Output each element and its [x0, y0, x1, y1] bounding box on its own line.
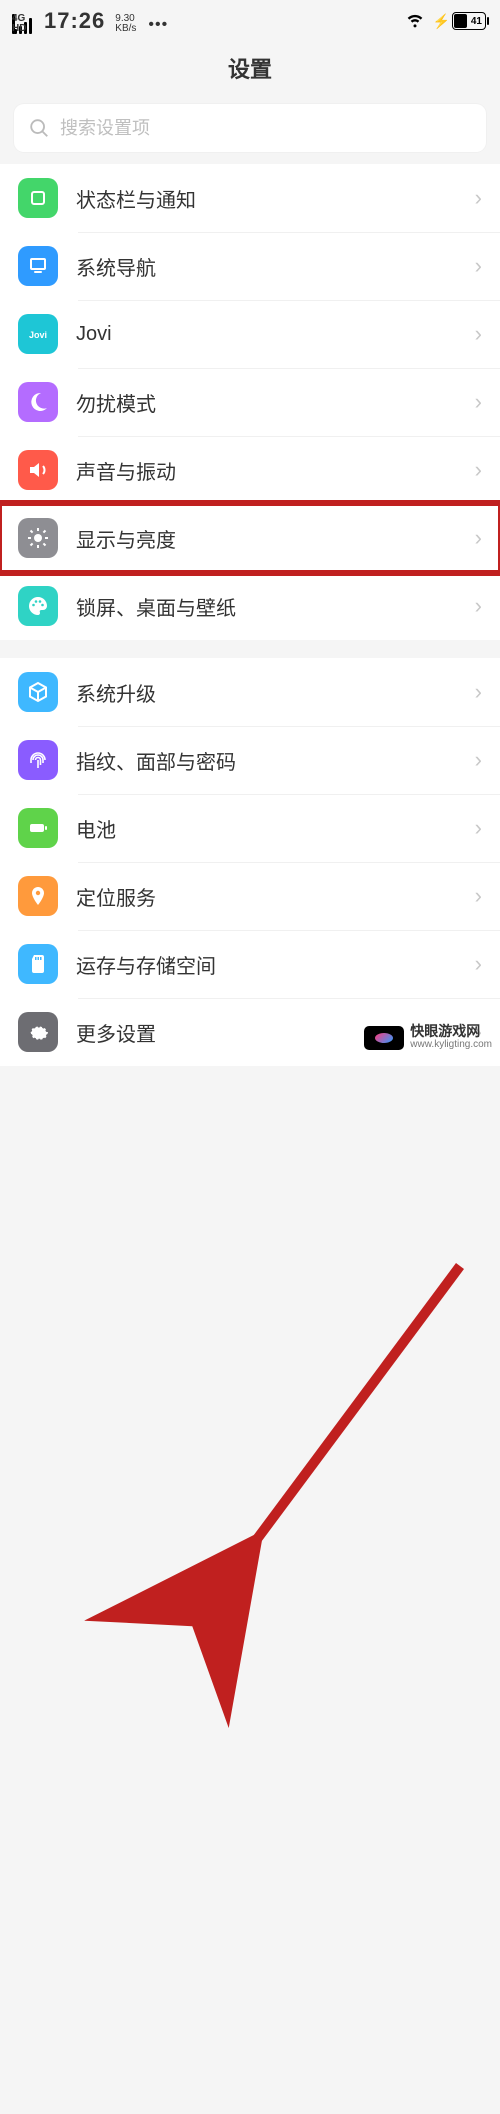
- gear-icon: [18, 1012, 58, 1052]
- chevron-right-icon: ›: [475, 185, 482, 211]
- page-header: 设置: [0, 42, 500, 94]
- search-input[interactable]: [60, 118, 472, 139]
- palette-icon: [18, 586, 58, 626]
- row-label: 系统导航: [76, 252, 475, 281]
- search-bar[interactable]: [14, 104, 486, 152]
- row-label: 状态栏与通知: [76, 184, 475, 213]
- row-label: 运存与存储空间: [76, 950, 475, 979]
- annotation-arrow: [0, 1066, 500, 2114]
- chevron-right-icon: ›: [475, 457, 482, 483]
- watermark-url: www.kyligting.com: [410, 1038, 492, 1051]
- moon-icon: [18, 382, 58, 422]
- fingerprint-icon: [18, 740, 58, 780]
- chevron-right-icon: ›: [475, 253, 482, 279]
- settings-row-battery[interactable]: 电池›: [0, 794, 500, 862]
- signal-icon: 4G HD: [14, 18, 34, 34]
- watermark-logo-icon: [364, 1026, 404, 1050]
- chevron-right-icon: ›: [475, 679, 482, 705]
- jovi-icon: Jovi: [18, 314, 58, 354]
- row-label: 锁屏、桌面与壁纸: [76, 592, 475, 621]
- battery-indicator: ⚡ 41: [433, 12, 486, 30]
- row-label: 勿扰模式: [76, 388, 475, 417]
- row-label: 声音与振动: [76, 456, 475, 485]
- status-download: 9.30 KB/s: [115, 14, 136, 34]
- location-icon: [18, 876, 58, 916]
- settings-row-storage[interactable]: 运存与存储空间›: [0, 930, 500, 998]
- battery-icon: [18, 808, 58, 848]
- cube-icon: [18, 672, 58, 712]
- settings-row-display[interactable]: 显示与亮度›: [0, 504, 500, 572]
- charging-icon: ⚡: [433, 13, 450, 30]
- settings-row-biometrics[interactable]: 指纹、面部与密码›: [0, 726, 500, 794]
- chevron-right-icon: ›: [475, 883, 482, 909]
- search-icon: [28, 117, 50, 139]
- settings-row-lock-wall[interactable]: 锁屏、桌面与壁纸›: [0, 572, 500, 640]
- brightness-icon: [18, 518, 58, 558]
- settings-row-sound[interactable]: 声音与振动›: [0, 436, 500, 504]
- wifi-icon: [405, 9, 425, 34]
- chevron-right-icon: ›: [475, 747, 482, 773]
- settings-row-system-update[interactable]: 系统升级›: [0, 658, 500, 726]
- nav-icon: [18, 246, 58, 286]
- row-label: 定位服务: [76, 882, 475, 911]
- row-label: 电池: [76, 814, 475, 843]
- chevron-right-icon: ›: [475, 321, 482, 347]
- more-status-icon: •••: [148, 16, 168, 34]
- row-label: Jovi: [76, 323, 475, 346]
- svg-text:Jovi: Jovi: [29, 330, 47, 340]
- speaker-icon: [18, 450, 58, 490]
- chevron-right-icon: ›: [475, 815, 482, 841]
- chevron-right-icon: ›: [475, 525, 482, 551]
- sdcard-icon: [18, 944, 58, 984]
- settings-row-location[interactable]: 定位服务›: [0, 862, 500, 930]
- row-label: 系统升级: [76, 678, 475, 707]
- chevron-right-icon: ›: [475, 951, 482, 977]
- row-label: 显示与亮度: [76, 524, 475, 553]
- square-icon: [18, 178, 58, 218]
- settings-row-dnd[interactable]: 勿扰模式›: [0, 368, 500, 436]
- status-time: 17:26: [44, 8, 105, 34]
- chevron-right-icon: ›: [475, 593, 482, 619]
- settings-row-system-nav[interactable]: 系统导航›: [0, 232, 500, 300]
- page-title: 设置: [228, 52, 272, 84]
- battery-icon: 41: [452, 12, 486, 30]
- settings-list: 状态栏与通知›系统导航›JoviJovi›勿扰模式›声音与振动›显示与亮度›锁屏…: [0, 164, 500, 1066]
- row-label: 指纹、面部与密码: [76, 746, 475, 775]
- status-bar: 4G HD 17:26 9.30 KB/s ••• ⚡ 41: [0, 0, 500, 42]
- watermark-name: 快眼游戏网: [410, 1025, 492, 1038]
- settings-row-jovi[interactable]: JoviJovi›: [0, 300, 500, 368]
- chevron-right-icon: ›: [475, 389, 482, 415]
- watermark: 快眼游戏网 www.kyligting.com: [364, 1025, 492, 1051]
- settings-row-status-notif[interactable]: 状态栏与通知›: [0, 164, 500, 232]
